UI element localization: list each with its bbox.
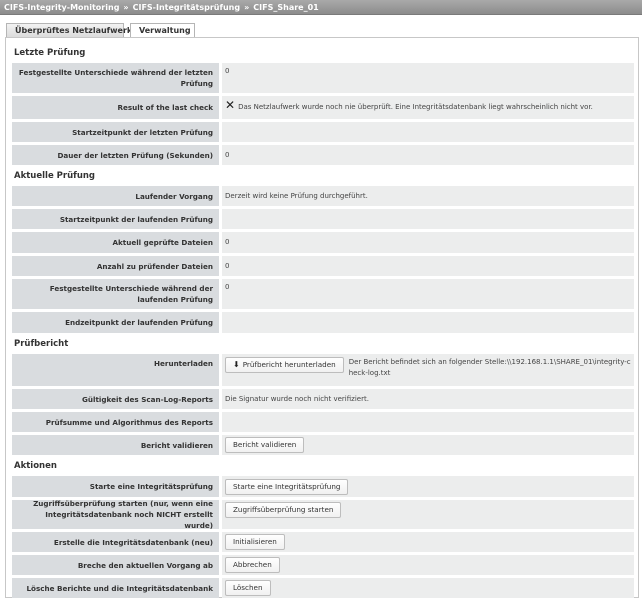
abort-button[interactable]: Abbrechen	[225, 557, 280, 573]
row-value	[222, 312, 634, 333]
section-title-actions: Aktionen	[14, 461, 57, 471]
section-title-report: Prüfbericht	[14, 339, 69, 349]
row-value: 0	[222, 279, 634, 309]
row-label: Zugriffsüberprüfung starten (nur, wenn e…	[12, 499, 219, 530]
row-label: Endzeitpunkt der laufenden Prüfung	[12, 312, 219, 333]
row-value: Initialisieren	[222, 532, 634, 552]
row-report-validity: Gültigkeit des Scan-Log-Reports Die Sign…	[12, 389, 634, 409]
row-value: 0	[222, 256, 634, 276]
row-last-result: Result of the last check ✕ Das Netzlaufw…	[12, 96, 634, 119]
row-label: Prüfsumme und Algorithmus des Reports	[12, 412, 219, 432]
tab-checked-network-drive[interactable]: Überprüftes Netzlaufwerk	[6, 23, 132, 37]
section-title-current-check: Aktuelle Prüfung	[14, 171, 96, 181]
row-current-checked-files: Aktuell geprüfte Dateien 0	[12, 232, 634, 253]
row-current-process: Laufender Vorgang Derzeit wird keine Prü…	[12, 186, 634, 206]
row-delete-reports: Lösche Berichte und die Integritätsdaten…	[12, 578, 634, 598]
tab-administration[interactable]: Verwaltung	[130, 23, 195, 38]
row-value: Bericht validieren	[222, 435, 634, 455]
row-label: Anzahl zu prüfender Dateien	[12, 256, 219, 276]
row-label: Festgestellte Unterschiede während der l…	[12, 279, 219, 309]
row-value: ⬇ Prüfbericht herunterladen Der Bericht be…	[222, 354, 634, 386]
row-access-check: Zugriffsüberprüfung starten (nur, wenn e…	[12, 499, 634, 530]
row-current-start: Startzeitpunkt der laufenden Prüfung	[12, 209, 634, 229]
row-value: Abbrechen	[222, 555, 634, 575]
close-icon: ✕	[225, 98, 236, 112]
row-label: Aktuell geprüfte Dateien	[12, 232, 219, 253]
row-label: Laufender Vorgang	[12, 186, 219, 206]
row-value: Derzeit wird keine Prüfung durchgeführt.	[222, 186, 634, 206]
breadcrumb-item-share: CIFS_Share_01	[253, 3, 319, 12]
row-label: Breche den aktuellen Vorgang ab	[12, 555, 219, 575]
row-label: Lösche Berichte und die Integritätsdaten…	[12, 578, 219, 598]
row-label: Startzeitpunkt der laufenden Prüfung	[12, 209, 219, 229]
row-files-to-check: Anzahl zu prüfender Dateien 0	[12, 256, 634, 276]
download-report-button[interactable]: ⬇ Prüfbericht herunterladen	[225, 357, 344, 373]
row-current-end: Endzeitpunkt der laufenden Prüfung	[12, 312, 634, 333]
row-label: Dauer der letzten Prüfung (Sekunden)	[12, 145, 219, 165]
row-value: 0	[222, 63, 634, 93]
breadcrumb-separator: »	[244, 3, 250, 12]
row-label: Festgestellte Unterschiede während der l…	[12, 63, 219, 93]
row-last-differences: Festgestellte Unterschiede während der l…	[12, 63, 634, 93]
row-label: Gültigkeit des Scan-Log-Reports	[12, 389, 219, 409]
row-value: ✕ Das Netzlaufwerk wurde noch nie überpr…	[222, 96, 634, 119]
row-value: 0	[222, 232, 634, 253]
start-check-button[interactable]: Starte eine Integritätsprüfung	[225, 478, 349, 495]
row-value: Die Signatur wurde noch nicht verifizier…	[222, 389, 634, 409]
validate-report-button[interactable]: Bericht validieren	[225, 437, 305, 453]
breadcrumb-separator: »	[123, 3, 129, 12]
row-init-database: Erstelle die Integritätsdatenbank (neu) …	[12, 532, 634, 552]
row-start-check: Starte eine Integritätsprüfung Starte ei…	[12, 476, 634, 497]
start-access-check-button[interactable]: Zugriffsüberprüfung starten	[225, 502, 342, 518]
row-current-differences: Festgestellte Unterschiede während der l…	[12, 279, 634, 309]
row-abort-process: Breche den aktuellen Vorgang ab Abbreche…	[12, 555, 634, 575]
row-report-checksum: Prüfsumme und Algorithmus des Reports	[12, 412, 634, 432]
row-value: 0	[222, 145, 634, 165]
row-label: Erstelle die Integritätsdatenbank (neu)	[12, 532, 219, 552]
row-label: Starte eine Integritätsprüfung	[12, 476, 219, 497]
row-value	[222, 412, 634, 432]
download-icon: ⬇	[233, 360, 240, 369]
initialize-button[interactable]: Initialisieren	[225, 534, 285, 550]
breadcrumb: CIFS-Integrity-Monitoring» CIFS-Integritä…	[0, 0, 642, 15]
section-title-last-check: Letzte Prüfung	[14, 48, 86, 58]
breadcrumb-item-check[interactable]: CIFS-Integritätsprüfung	[133, 3, 241, 12]
row-value: Starte eine Integritätsprüfung	[222, 476, 634, 497]
breadcrumb-item-monitoring[interactable]: CIFS-Integrity-Monitoring	[4, 3, 119, 12]
report-location-text: Der Bericht befindet sich an folgender S…	[348, 358, 631, 377]
row-label: Herunterladen	[12, 354, 219, 386]
row-label: Startzeitpunkt der letzten Prüfung	[12, 122, 219, 142]
row-last-duration: Dauer der letzten Prüfung (Sekunden) 0	[12, 145, 634, 165]
administration-panel: Letzte Prüfung Festgestellte Unterschied…	[5, 37, 639, 598]
row-last-start: Startzeitpunkt der letzten Prüfung	[12, 122, 634, 142]
result-text: Das Netzlaufwerk wurde noch nie überprüf…	[238, 103, 593, 111]
row-value	[222, 122, 634, 142]
row-value: Zugriffsüberprüfung starten	[222, 500, 634, 529]
row-value: Löschen	[222, 578, 634, 598]
delete-button[interactable]: Löschen	[225, 580, 271, 596]
row-download: Herunterladen ⬇ Prüfbericht herunterladen…	[12, 354, 634, 386]
row-label: Result of the last check	[12, 96, 219, 119]
row-value	[222, 209, 634, 229]
row-validate-report: Bericht validieren Bericht validieren	[12, 435, 634, 455]
row-label: Bericht validieren	[12, 435, 219, 455]
